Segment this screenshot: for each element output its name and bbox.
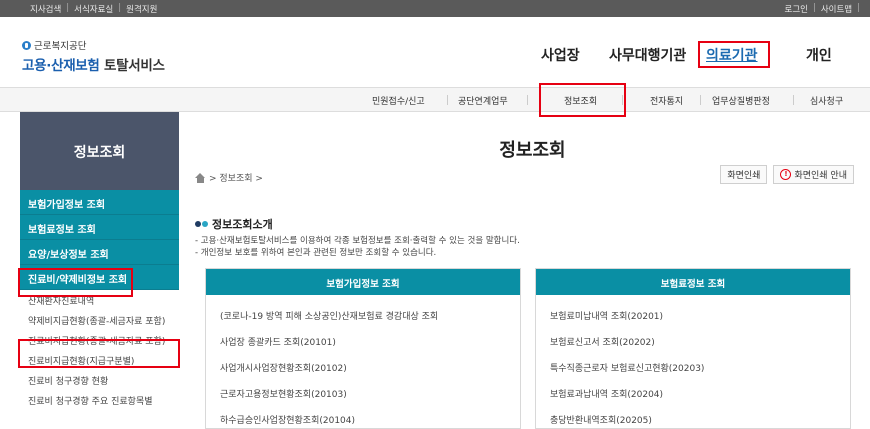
list-item[interactable]: 하수급승인사업장현황조회(20104) bbox=[206, 405, 520, 429]
highlight-box-medical-fee-status bbox=[18, 339, 180, 368]
list-item[interactable]: 근로자고용정보현황조회(20103) bbox=[206, 379, 520, 405]
forms-library-link[interactable]: 서식자료실 bbox=[74, 3, 113, 15]
sidebar-menu: 보험가입정보 조회 보험료정보 조회 요양/보상정보 조회 진료비/약제비정보 … bbox=[20, 190, 179, 410]
sidebar-sub-claim-trend-items[interactable]: 진료비 청구경향 주요 진료항목별 bbox=[20, 390, 179, 410]
sub-nav-divider bbox=[527, 95, 528, 105]
sitemap-link[interactable]: 사이트맵 bbox=[821, 3, 852, 15]
dot bbox=[202, 221, 208, 227]
dot bbox=[195, 221, 201, 227]
panel-list: 보험료미납내역 조회(20201) 보험료신고서 조회(20202) 특수직종근… bbox=[536, 295, 850, 429]
main-nav-individual[interactable]: 개인 bbox=[806, 45, 832, 65]
sub-nav-linked-work[interactable]: 공단연계업무 bbox=[458, 94, 508, 107]
sidebar-cat-care-compensation[interactable]: 요양/보상정보 조회 bbox=[20, 240, 179, 265]
print-buttons: 화면인쇄 ! 화면인쇄 안내 bbox=[720, 165, 854, 184]
panel-header: 보험료정보 조회 bbox=[536, 269, 850, 295]
list-item[interactable]: 보험료미납내역 조회(20201) bbox=[536, 301, 850, 327]
alert-circle-icon: ! bbox=[780, 169, 792, 180]
sub-nav-divider bbox=[793, 95, 794, 105]
sidebar-sub-drug-fee-status[interactable]: 약제비지급현황(종괄-세금자료 포함) bbox=[20, 310, 179, 330]
sub-nav-review-request[interactable]: 심사청구 bbox=[810, 94, 843, 107]
print-guide-button[interactable]: ! 화면인쇄 안내 bbox=[773, 165, 854, 184]
main-content: 정보조회 > 정보조회 > 화면인쇄 ! 화면인쇄 안내 정보조회소개 - 고용… bbox=[195, 112, 870, 429]
list-item[interactable]: 보험료과납내역 조회(20204) bbox=[536, 379, 850, 405]
list-item[interactable]: 보험료신고서 조회(20202) bbox=[536, 327, 850, 353]
sidebar-cat-insurance-enrollment[interactable]: 보험가입정보 조회 bbox=[20, 190, 179, 215]
breadcrumb: > 정보조회 > bbox=[195, 171, 263, 184]
print-screen-button[interactable]: 화면인쇄 bbox=[720, 165, 768, 184]
main-nav: 사업장 사무대행기관 의료기관 개인 bbox=[0, 41, 870, 69]
site-header: 근로복지공단 고용·산재보험 토탈서비스 사업장 사무대행기관 의료기관 개인 bbox=[0, 17, 870, 87]
intro-line: - 개인정보 보호를 위하여 본인과 관련된 정보만 조회할 수 있습니다. bbox=[195, 248, 437, 258]
bullet-dots-icon bbox=[195, 221, 208, 227]
highlight-box-medical bbox=[698, 41, 770, 68]
panel-insurance-enrollment: 보험가입정보 조회 (코로나-19 방역 피해 소상공인)산재보험료 경감대상 … bbox=[205, 268, 521, 429]
intro-title-text: 정보조회소개 bbox=[212, 218, 273, 231]
sidebar-cat-premium-info[interactable]: 보험료정보 조회 bbox=[20, 215, 179, 240]
separator: | bbox=[857, 3, 860, 13]
home-icon[interactable] bbox=[195, 172, 206, 183]
separator: | bbox=[66, 3, 70, 13]
intro-line: - 고용·산재보험토탈서비스를 이용하여 각종 보험정보를 조회·출력할 수 있… bbox=[195, 236, 520, 246]
main-nav-agency[interactable]: 사무대행기관 bbox=[609, 45, 686, 65]
panel-list: (코로나-19 방역 피해 소상공인)산재보험료 경감대상 조회 사업장 종괄카… bbox=[206, 295, 520, 429]
separator: | bbox=[812, 3, 816, 13]
separator: | bbox=[118, 3, 122, 13]
sidebar-title: 정보조회 bbox=[20, 112, 179, 190]
sub-nav: 민원접수/신고 공단연계업무 정보조회 전자통지 업무상질병판정 심사청구 bbox=[0, 87, 870, 112]
sidebar-sub-claim-trend[interactable]: 진료비 청구경향 현황 bbox=[20, 370, 179, 390]
page-title: 정보조회 bbox=[499, 140, 566, 161]
sub-nav-e-notice[interactable]: 전자통지 bbox=[650, 94, 683, 107]
print-guide-label: 화면인쇄 안내 bbox=[794, 171, 847, 181]
login-link[interactable]: 로그인 bbox=[785, 3, 808, 15]
panel-premium-info: 보험료정보 조회 보험료미납내역 조회(20201) 보험료신고서 조회(202… bbox=[535, 268, 851, 429]
list-item[interactable]: 사업개시사업장현황조회(20102) bbox=[206, 353, 520, 379]
sub-nav-divider bbox=[447, 95, 448, 105]
top-utility-bar: 지사검색 | 서식자료실 | 원격지원 로그인 | 사이트맵 | bbox=[0, 0, 870, 17]
utility-links-right: 로그인 | 사이트맵 | bbox=[785, 3, 861, 15]
sub-nav-disease-judgment[interactable]: 업무상질병판정 bbox=[712, 94, 770, 107]
branch-search-link[interactable]: 지사검색 bbox=[30, 3, 61, 15]
breadcrumb-path[interactable]: > 정보조회 > bbox=[209, 171, 263, 184]
list-item[interactable]: 특수직종근로자 보험료신고현황(20203) bbox=[536, 353, 850, 379]
panel-header: 보험가입정보 조회 bbox=[206, 269, 520, 295]
sub-nav-civil-complaint[interactable]: 민원접수/신고 bbox=[372, 94, 425, 107]
sub-nav-divider bbox=[700, 95, 701, 105]
list-item[interactable]: 충당반환내역조회(20205) bbox=[536, 405, 850, 429]
list-item[interactable]: 사업장 종괄카드 조회(20101) bbox=[206, 327, 520, 353]
intro-title: 정보조회소개 bbox=[195, 216, 273, 232]
list-item[interactable]: (코로나-19 방역 피해 소상공인)산재보험료 경감대상 조회 bbox=[206, 301, 520, 327]
print-screen-label: 화면인쇄 bbox=[727, 171, 761, 181]
utility-links-left: 지사검색 | 서식자료실 | 원격지원 bbox=[30, 3, 157, 15]
intro-description: - 고용·산재보험토탈서비스를 이용하여 각종 보험정보를 조회·출력할 수 있… bbox=[195, 235, 520, 259]
remote-support-link[interactable]: 원격지원 bbox=[126, 3, 157, 15]
main-nav-workplace[interactable]: 사업장 bbox=[541, 45, 580, 65]
highlight-box-medical-fee-category bbox=[18, 268, 133, 297]
